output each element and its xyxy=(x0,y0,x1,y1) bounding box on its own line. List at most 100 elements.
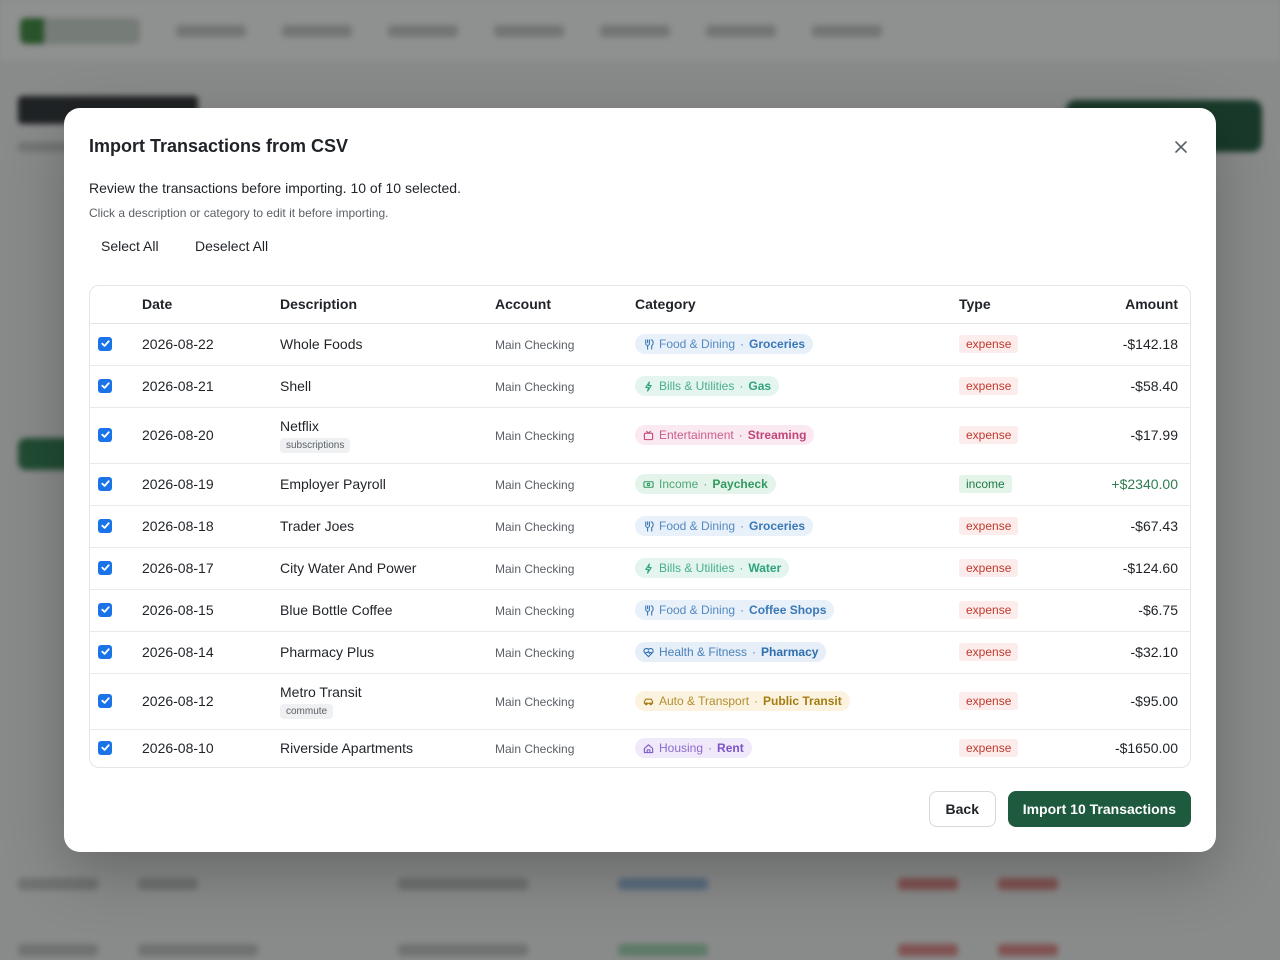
row-description[interactable]: Blue Bottle Coffee xyxy=(280,602,495,618)
row-checkbox[interactable] xyxy=(98,378,112,393)
header-description: Description xyxy=(280,286,495,324)
row-category-pill[interactable]: Auto & Transport · Public Transit xyxy=(635,691,850,711)
row-type-badge: expense xyxy=(959,517,1019,535)
check-icon xyxy=(100,382,110,389)
check-icon xyxy=(100,606,110,613)
row-checkbox[interactable] xyxy=(98,602,112,617)
row-description[interactable]: Pharmacy Plus xyxy=(280,644,495,660)
row-description[interactable]: Employer Payroll xyxy=(280,476,495,492)
row-amount: -$17.99 xyxy=(1130,427,1178,443)
row-category-pill[interactable]: Entertainment · Streaming xyxy=(635,425,815,445)
check-icon xyxy=(100,564,110,571)
row-category-pill[interactable]: Food & Dining · Groceries xyxy=(635,516,814,536)
select-all-button[interactable]: Select All xyxy=(89,236,171,256)
check-icon xyxy=(100,697,110,704)
category-separator: · xyxy=(754,694,759,708)
category-separator: · xyxy=(708,741,713,756)
table-row: 2026-08-15 Blue Bottle Coffee Main Check… xyxy=(90,589,1190,632)
row-category-pill[interactable]: Housing · Rent xyxy=(635,738,752,759)
check-icon xyxy=(100,480,110,487)
heart-pulse-icon xyxy=(643,647,654,658)
row-description[interactable]: Netflix xyxy=(280,418,495,434)
row-account-cell: Main Checking xyxy=(495,323,635,366)
row-category-pill[interactable]: Income · Paycheck xyxy=(635,474,776,494)
category-separator: · xyxy=(740,519,745,533)
row-tag: subscriptions xyxy=(280,437,351,453)
row-amount-cell: -$6.75 xyxy=(1079,589,1190,632)
row-type-cell: expense xyxy=(959,631,1079,674)
table-row: 2026-08-17 City Water And Power Main Che… xyxy=(90,547,1190,590)
back-button[interactable]: Back xyxy=(928,791,996,827)
row-select-cell xyxy=(90,323,142,366)
row-description-cell: City Water And Power xyxy=(280,547,495,590)
deselect-all-button[interactable]: Deselect All xyxy=(183,236,280,256)
import-transactions-button[interactable]: Import 10 Transactions xyxy=(1007,791,1191,827)
row-category: Bills & Utilities xyxy=(659,561,735,575)
row-description[interactable]: Shell xyxy=(280,378,495,394)
row-amount-cell: +$2340.00 xyxy=(1079,463,1190,506)
row-select-cell xyxy=(90,505,142,548)
row-checkbox[interactable] xyxy=(98,693,112,708)
row-account-cell: Main Checking xyxy=(495,365,635,408)
row-amount-cell: -$142.18 xyxy=(1079,323,1190,366)
row-subcategory: Public Transit xyxy=(763,694,842,708)
row-category: Income xyxy=(659,477,699,491)
row-checkbox[interactable] xyxy=(98,427,112,442)
row-date: 2026-08-17 xyxy=(142,547,280,590)
row-subcategory: Water xyxy=(748,561,782,575)
home-icon xyxy=(643,743,654,754)
category-separator: · xyxy=(752,645,757,659)
row-category-pill[interactable]: Bills & Utilities · Water xyxy=(635,558,790,578)
close-button[interactable] xyxy=(1170,136,1192,158)
row-amount: +$2340.00 xyxy=(1111,476,1178,492)
row-category-pill[interactable]: Food & Dining · Coffee Shops xyxy=(635,600,835,620)
row-category-pill[interactable]: Bills & Utilities · Gas xyxy=(635,376,780,396)
row-amount-cell: -$17.99 xyxy=(1079,407,1190,464)
row-category: Food & Dining xyxy=(659,519,736,533)
transactions-table: Date Description Account Category Type A… xyxy=(89,285,1191,768)
check-icon xyxy=(100,744,110,752)
row-type-cell: expense xyxy=(959,505,1079,548)
edit-hint: Click a description or category to edit … xyxy=(89,206,389,220)
row-amount: -$58.40 xyxy=(1130,378,1178,394)
row-checkbox[interactable] xyxy=(98,476,112,491)
row-category-pill[interactable]: Health & Fitness · Pharmacy xyxy=(635,642,827,662)
bolt-icon xyxy=(643,380,654,392)
row-date: 2026-08-14 xyxy=(142,631,280,674)
row-checkbox[interactable] xyxy=(98,560,112,575)
row-checkbox[interactable] xyxy=(98,644,112,659)
row-checkbox[interactable] xyxy=(98,518,112,533)
table-row: 2026-08-19 Employer Payroll Main Checkin… xyxy=(90,463,1190,506)
row-select-cell xyxy=(90,547,142,590)
row-amount-cell: -$124.60 xyxy=(1079,547,1190,590)
row-amount-cell: -$95.00 xyxy=(1079,673,1190,730)
row-description[interactable]: Whole Foods xyxy=(280,336,495,352)
row-description-cell: Pharmacy Plus xyxy=(280,631,495,674)
row-checkbox[interactable] xyxy=(98,336,112,351)
row-account: Main Checking xyxy=(495,520,575,534)
row-description[interactable]: Riverside Apartments xyxy=(280,740,495,756)
row-type-badge: expense xyxy=(959,739,1019,758)
row-category-cell: Food & Dining · Groceries xyxy=(635,505,959,548)
utensils-icon xyxy=(643,338,654,350)
row-description[interactable]: City Water And Power xyxy=(280,560,495,576)
row-date: 2026-08-10 xyxy=(142,740,214,757)
row-type-badge: expense xyxy=(959,335,1019,353)
row-account-cell: Main Checking xyxy=(495,547,635,590)
close-icon xyxy=(1175,141,1187,153)
row-description-cell: Whole Foods xyxy=(280,323,495,366)
row-select-cell xyxy=(90,673,142,730)
row-account-cell: Main Checking xyxy=(495,463,635,506)
table-row: 2026-08-21 Shell Main Checking Bills & U… xyxy=(90,365,1190,408)
table-row: 2026-08-14 Pharmacy Plus Main Checking H… xyxy=(90,631,1190,674)
row-amount: -$95.00 xyxy=(1130,693,1178,709)
table-header-row: Date Description Account Category Type A… xyxy=(90,286,1190,324)
row-category-pill[interactable]: Food & Dining · Groceries xyxy=(635,334,814,354)
row-description[interactable]: Trader Joes xyxy=(280,518,495,534)
check-icon xyxy=(100,431,110,438)
row-checkbox[interactable] xyxy=(98,740,112,755)
row-account: Main Checking xyxy=(495,695,575,709)
row-category: Food & Dining xyxy=(659,337,736,351)
row-description[interactable]: Metro Transit xyxy=(280,684,495,700)
row-select-cell xyxy=(90,729,142,767)
